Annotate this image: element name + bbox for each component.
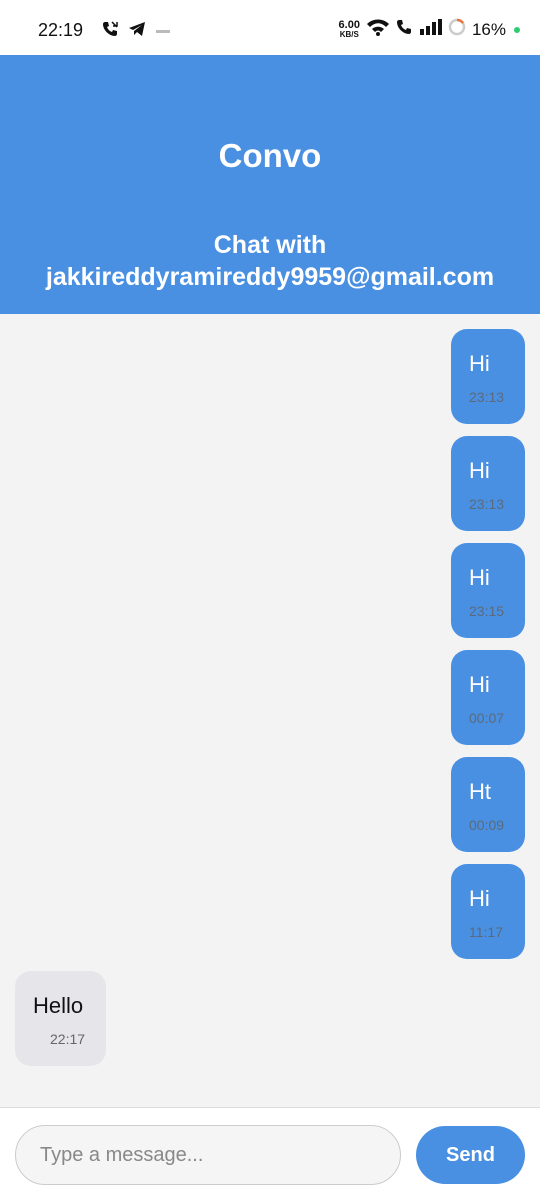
message-time: 11:17 — [469, 924, 503, 940]
chat-with-label: Chat with jakkireddyramireddy9959@gmail.… — [0, 229, 540, 293]
message-input[interactable] — [15, 1125, 401, 1185]
message-bubble-sent[interactable]: Hi 23:13 — [451, 436, 525, 531]
notification-icon — [156, 23, 170, 41]
telegram-icon — [128, 21, 146, 42]
send-button[interactable]: Send — [416, 1126, 525, 1184]
wifi-call-icon — [396, 19, 414, 40]
active-dot-icon — [514, 26, 520, 33]
message-time: 23:13 — [469, 389, 505, 405]
message-bubble-sent[interactable]: Hi 23:13 — [451, 329, 525, 424]
message-composer: Send — [0, 1107, 540, 1200]
battery-percent: 16% — [471, 19, 506, 39]
message-time: 00:07 — [469, 710, 505, 726]
chat-with-prefix: Chat with — [213, 231, 327, 259]
message-time: 00:09 — [469, 817, 505, 833]
status-time: 22:19 — [38, 20, 84, 40]
message-bubble-sent[interactable]: Ht 00:09 — [451, 757, 525, 852]
status-bar: 22:19 6.00 KB/S 16% — [0, 0, 540, 55]
message-text: Hello — [33, 993, 84, 1018]
message-bubble-sent[interactable]: Hi 00:07 — [451, 650, 525, 745]
message-time: 23:15 — [469, 603, 505, 619]
chat-partner-email: jakkireddyramireddy9959@gmail.com — [45, 263, 495, 291]
message-bubble-sent[interactable]: Hi 23:15 — [451, 543, 525, 638]
signal-icon — [419, 19, 442, 40]
message-bubble-sent[interactable]: Hi 11:17 — [451, 864, 525, 959]
wifi-icon — [366, 18, 390, 41]
message-text: Hi — [469, 672, 490, 697]
net-speed-value: 6.00 — [338, 18, 360, 31]
app-header: Convo Chat with jakkireddyramireddy9959@… — [0, 55, 540, 314]
net-speed: 6.00 KB/S — [338, 18, 360, 39]
message-bubble-received[interactable]: Hello 22:17 — [15, 971, 106, 1066]
message-time: 22:17 — [50, 1031, 86, 1047]
status-right-icons: 6.00 KB/S 16% — [339, 18, 520, 41]
net-speed-unit: KB/S — [339, 29, 359, 39]
message-list[interactable]: Hi 23:13 Hi 23:13 Hi 23:15 Hi 00:07 Ht 0… — [0, 314, 540, 1107]
battery-ring-icon — [448, 18, 466, 41]
status-left-icons — [102, 21, 170, 42]
phone-call-icon — [102, 21, 118, 42]
app-title: Convo — [218, 137, 322, 174]
message-text: Hi — [469, 458, 490, 483]
message-text: Hi — [469, 886, 490, 911]
message-time: 23:13 — [469, 496, 505, 512]
message-text: Ht — [469, 779, 491, 804]
message-text: Hi — [469, 351, 490, 376]
message-text: Hi — [469, 565, 490, 590]
